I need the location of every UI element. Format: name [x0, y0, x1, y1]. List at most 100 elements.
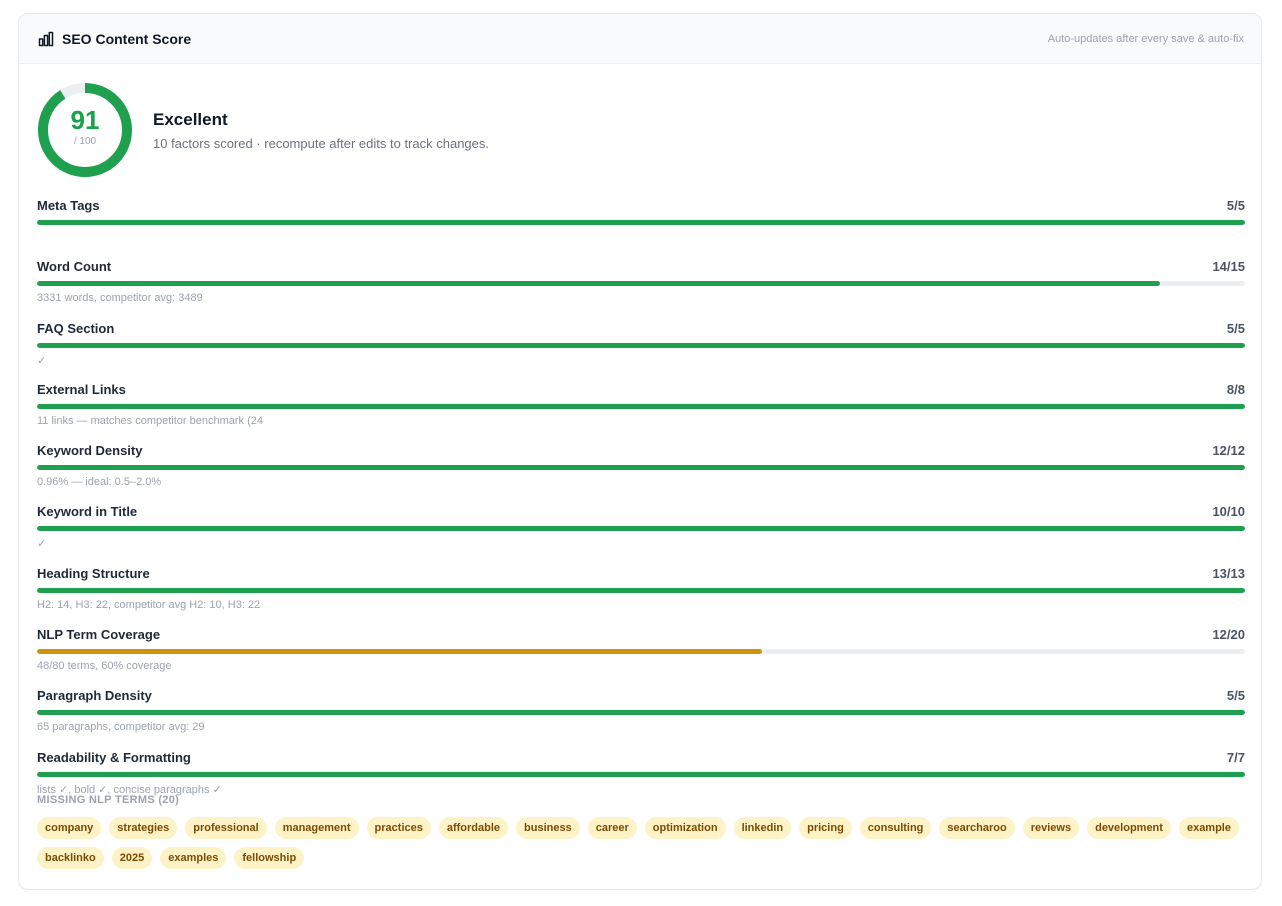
- factor-name: Heading Structure: [37, 565, 150, 581]
- header-title-group: SEO Content Score: [38, 31, 191, 47]
- card-title: SEO Content Score: [62, 30, 192, 47]
- missing-term-chip: backlinko: [37, 847, 104, 869]
- factor-head: Word Count 14/15: [37, 259, 1245, 275]
- factor-progress-track: [37, 771, 1245, 777]
- factor-detail: ✓: [37, 354, 47, 367]
- factor-progress-fill: [37, 403, 1245, 409]
- factor-detail: H2: 14, H3: 22, competitor avg H2: 10, H…: [37, 598, 261, 611]
- factor-score: 5/5: [1226, 320, 1245, 336]
- factor-progress-fill: [37, 220, 1245, 225]
- factor-score: 8/8: [1226, 381, 1245, 397]
- factor-detail: 48/80 terms, 60% coverage: [37, 660, 172, 673]
- factor-score: 5/5: [1226, 688, 1245, 704]
- factor-detail: 65 paragraphs, competitor avg: 29: [37, 721, 205, 734]
- score-value: 91: [70, 105, 100, 135]
- missing-term-chip: professional: [185, 817, 267, 839]
- card-header: SEO Content Score Auto-updates after eve…: [19, 14, 1261, 64]
- missing-term-chip: reviews: [1022, 817, 1080, 839]
- factor-head: Heading Structure 13/13: [37, 566, 1245, 582]
- factor-score: 12/12: [1212, 443, 1245, 459]
- factor-head: FAQ Section 5/5: [37, 321, 1245, 337]
- factor-progress-track: [37, 281, 1245, 287]
- factor-progress-track: [37, 649, 1245, 655]
- factor-row: Meta Tags 5/5: [37, 198, 1245, 259]
- missing-term-chip: career: [587, 817, 637, 839]
- factor-progress-fill: [37, 587, 1245, 593]
- factor-detail: 3331 words, competitor avg: 3489: [37, 292, 203, 305]
- missing-terms-title: MISSING NLP TERMS (20): [37, 794, 180, 806]
- factor-row: Heading Structure 13/13 H2: 14, H3: 22, co…: [37, 566, 1245, 627]
- missing-terms-section: MISSING NLP TERMS (20) company strategies…: [37, 794, 1247, 869]
- factor-row: Paragraph Density 5/5 65 paragraphs, compe…: [37, 688, 1245, 749]
- missing-term-chip: searcharoo: [939, 817, 1015, 839]
- auto-update-note: Auto-updates after every save & auto-fix: [1047, 32, 1244, 45]
- factor-progress-fill: [37, 710, 1245, 716]
- overall-score: 91 / 100 Excellent 10 factors scored · r…: [37, 82, 489, 178]
- missing-term-chip: 2025: [111, 847, 153, 869]
- factor-progress-fill: [37, 649, 762, 655]
- missing-term-chip: examples: [160, 847, 227, 869]
- factor-name: NLP Term Coverage: [37, 627, 161, 643]
- factor-name: FAQ Section: [37, 320, 115, 336]
- missing-terms-chips: company strategies professional management p…: [37, 817, 1247, 869]
- factor-progress-track: [37, 342, 1245, 348]
- grade-label: Excellent: [153, 109, 228, 129]
- missing-term-chip: example: [1178, 817, 1239, 839]
- factor-list: Meta Tags 5/5 Word Count 14/15 3331 words, c…: [37, 198, 1245, 811]
- bar-chart-icon: [38, 31, 54, 47]
- missing-term-chip: optimization: [644, 817, 726, 839]
- factor-head: Keyword in Title 10/10: [37, 504, 1245, 520]
- factor-progress-fill: [37, 526, 1245, 532]
- factor-progress-track: [37, 526, 1245, 532]
- factor-progress-fill: [37, 342, 1245, 348]
- factor-row: Keyword Density 12/12 0.96% — ideal: 0.5–2…: [37, 443, 1245, 504]
- factor-progress-track: [37, 465, 1245, 471]
- factor-row: External Links 8/8 11 links — matches comp…: [37, 382, 1245, 443]
- factor-score: 12/20: [1212, 627, 1245, 643]
- factor-score: 14/15: [1212, 259, 1245, 275]
- factor-name: Paragraph Density: [37, 688, 152, 704]
- factor-score: 13/13: [1212, 565, 1245, 581]
- missing-term-chip: management: [274, 817, 359, 839]
- missing-term-chip: fellowship: [234, 847, 305, 869]
- factor-progress-track: [37, 403, 1245, 409]
- missing-term-chip: affordable: [438, 817, 509, 839]
- factor-row: FAQ Section 5/5 ✓: [37, 321, 1245, 382]
- factor-detail: [37, 231, 1245, 244]
- factor-detail: ✓: [37, 538, 47, 551]
- missing-term-chip: consulting: [859, 817, 932, 839]
- missing-term-chip: company: [37, 817, 102, 839]
- factor-head: Meta Tags 5/5: [37, 198, 1245, 214]
- factor-head: NLP Term Coverage 12/20: [37, 627, 1245, 643]
- grade-subtitle: 10 factors scored · recompute after edit…: [153, 135, 489, 151]
- factor-progress-fill: [37, 771, 1245, 777]
- factor-name: Readability & Formatting: [37, 749, 191, 765]
- score-gauge: 91 / 100: [37, 82, 133, 178]
- factor-row: NLP Term Coverage 12/20 48/80 terms, 60% c…: [37, 627, 1245, 688]
- factor-score: 5/5: [1226, 198, 1245, 213]
- factor-name: Keyword in Title: [37, 504, 138, 520]
- factor-detail: 0.96% — ideal: 0.5–2.0%: [37, 476, 162, 489]
- factor-row: Word Count 14/15 3331 words, competitor av…: [37, 259, 1245, 320]
- factor-head: External Links 8/8: [37, 382, 1245, 398]
- factor-score: 10/10: [1212, 504, 1245, 520]
- factor-detail: 11 links — matches competitor benchmark …: [37, 414, 263, 427]
- factor-progress-track: [37, 220, 1245, 225]
- factor-progress-fill: [37, 465, 1245, 471]
- grade-block: Excellent 10 factors scored · recompute …: [153, 110, 489, 151]
- factor-head: Readability & Formatting 7/7: [37, 750, 1245, 766]
- factor-row: Keyword in Title 10/10 ✓: [37, 504, 1245, 565]
- missing-term-chip: linkedin: [733, 817, 792, 839]
- missing-term-chip: strategies: [109, 817, 178, 839]
- factor-name: Keyword Density: [37, 443, 143, 459]
- factor-progress-fill: [37, 281, 1161, 287]
- seo-score-card: SEO Content Score Auto-updates after eve…: [18, 13, 1262, 890]
- factor-head: Paragraph Density 5/5: [37, 688, 1245, 704]
- factor-name: Word Count: [37, 259, 112, 275]
- factor-progress-track: [37, 587, 1245, 593]
- missing-term-chip: practices: [366, 817, 431, 839]
- missing-term-chip: pricing: [799, 817, 852, 839]
- score-max: / 100: [73, 136, 97, 147]
- factor-name: External Links: [37, 381, 126, 397]
- factor-progress-track: [37, 710, 1245, 716]
